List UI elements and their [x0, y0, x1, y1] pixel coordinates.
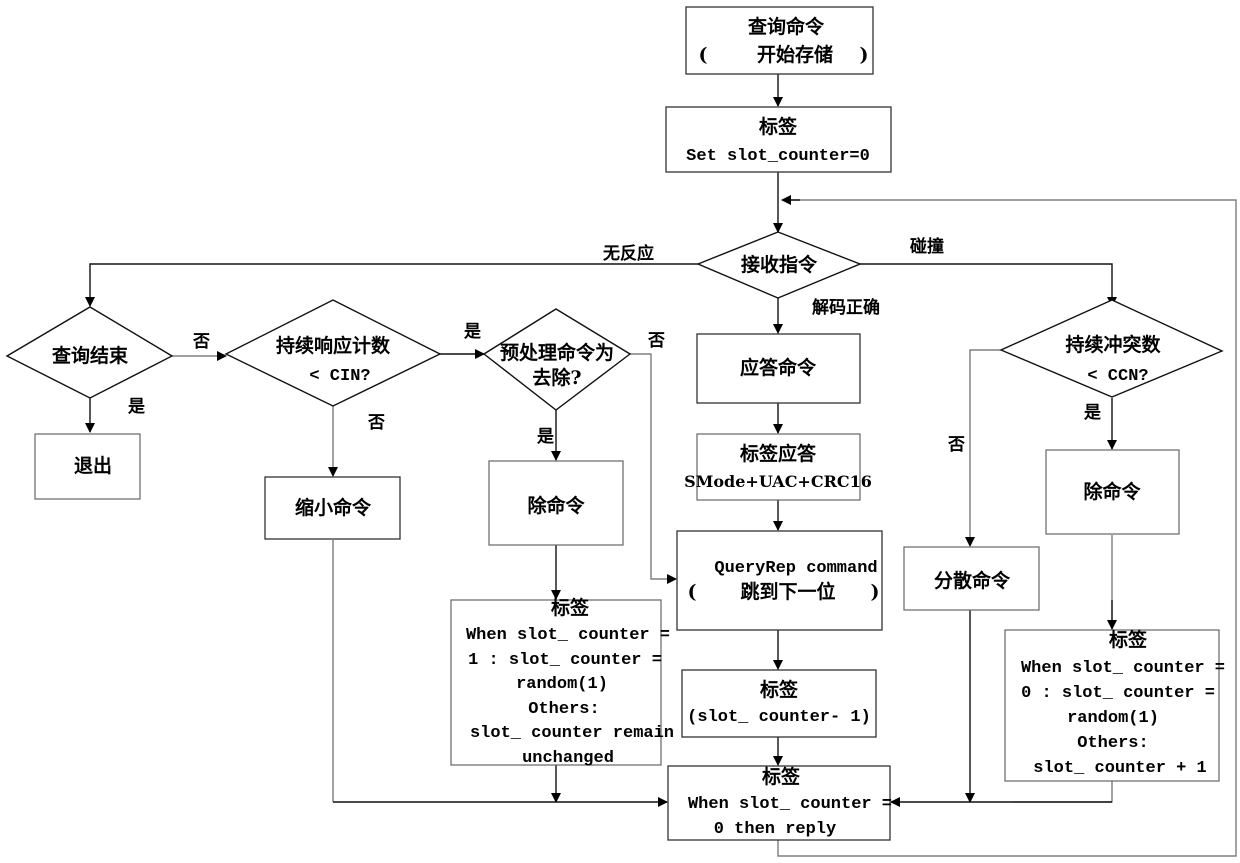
node-text: QueryRep command [714, 559, 877, 578]
node-text: 1 : slot_ counter = [468, 651, 662, 670]
node-text: 标签 [551, 596, 590, 619]
node-text: < CCN? [1087, 367, 1148, 386]
node-text: Others: [528, 700, 599, 719]
node-text: 0 then reply [714, 820, 836, 839]
node-tag-reply: 标签 When slot_ counter = 0 then reply [667, 765, 892, 841]
node-exit: 退出 [34, 433, 141, 500]
node-text: 接收指令 [741, 253, 818, 276]
node-text: 标签 [759, 115, 798, 138]
node-scatter-command: 分散命令 [903, 546, 1040, 611]
node-text: 查询结束 [51, 344, 129, 367]
label-preproc-no: 否 [647, 331, 665, 351]
node-text: ) [871, 581, 880, 603]
node-tag-decrement: 标签 (slot_ counter- 1) [681, 669, 877, 738]
edge-tagright-down [1012, 781, 1113, 803]
node-text: 跳到下一位 [740, 580, 835, 603]
node-query-command: 查询命令 ( 开始存储 ) [685, 6, 874, 75]
label-conflict-yes: 是 [1084, 403, 1101, 423]
node-text: slot_ counter remain [470, 724, 674, 743]
node-text: 退出 [74, 454, 112, 477]
node-shrink-command: 缩小命令 [264, 476, 401, 540]
node-text: 查询命令 [747, 15, 825, 38]
node-queryrep: QueryRep command ( 跳到下一位 ) [676, 530, 883, 631]
label-collision: 碰撞 [910, 236, 944, 257]
decision-preprocess-remove: 预处理命令为 去除? [482, 308, 632, 411]
node-text: 开始存储 [757, 43, 833, 66]
edge-preproc-no [630, 353, 677, 584]
node-tag-init: 标签 Set slot_counter=0 [665, 106, 892, 173]
node-text: 应答命令 [740, 356, 817, 379]
node-text: 标签 [1109, 628, 1148, 651]
node-text: random(1) [516, 675, 608, 694]
node-text: 去除? [532, 366, 581, 389]
node-text: 分散命令 [934, 569, 1011, 592]
node-text: (slot_ counter- 1) [687, 708, 871, 727]
node-text: ) [860, 44, 869, 66]
node-text: 持续响应计数 [276, 334, 391, 357]
node-text: 持续冲突数 [1065, 333, 1161, 356]
flowchart: 查询命令 ( 开始存储 ) 标签 Set slot_counter=0 接收指令… [5, 6, 1237, 857]
node-text: SMode+UAC+CRC16 [684, 472, 872, 491]
edge-no-response [85, 263, 698, 307]
node-text: 缩小命令 [295, 496, 372, 519]
label-query-end-no: 否 [192, 332, 210, 352]
decision-query-end: 查询结束 [5, 306, 174, 399]
node-remove-command-left: 除命令 [488, 460, 624, 546]
decision-continuous-response: 持续响应计数 < CIN? [224, 299, 442, 407]
node-text: 标签应答 [740, 442, 817, 465]
node-text: Others: [1077, 734, 1148, 753]
node-text: ( [688, 581, 697, 603]
node-text: 标签 [762, 765, 801, 788]
node-remove-command-right: 除命令 [1045, 449, 1180, 535]
node-ack-command: 应答命令 [696, 333, 861, 404]
node-text: ( [699, 44, 708, 66]
label-query-end-yes: 是 [128, 397, 145, 417]
label-conflict-no: 否 [947, 435, 965, 455]
node-text: When slot_ counter = [688, 795, 892, 814]
label-no-response: 无反应 [602, 243, 654, 264]
node-text: 0 : slot_ counter = [1021, 684, 1215, 703]
node-tag-ack: 标签应答 SMode+UAC+CRC16 [684, 433, 872, 501]
node-text: When slot_ counter = [1021, 659, 1225, 678]
node-text: When slot_ counter = [466, 626, 670, 645]
node-text: 除命令 [1083, 480, 1141, 503]
edge-collision [860, 263, 1117, 307]
edge-conflict-no [965, 349, 1001, 547]
node-text: unchanged [522, 749, 614, 768]
decision-receive-command: 接收指令 [696, 231, 862, 299]
label-cont-resp-yes: 是 [464, 322, 481, 342]
node-text: 除命令 [527, 494, 585, 517]
node-text: 预处理命令为 [500, 341, 614, 364]
decision-continuous-conflict: 持续冲突数 < CCN? [999, 299, 1224, 398]
label-cont-resp-no: 否 [367, 413, 385, 433]
node-tag-left: 标签 When slot_ counter = 1 : slot_ counte… [450, 596, 674, 768]
node-text: 标签 [760, 678, 799, 701]
node-text: slot_ counter + 1 [1033, 759, 1206, 778]
label-preproc-yes: 是 [537, 427, 554, 447]
label-decoded-ok: 解码正确 [812, 297, 880, 318]
node-text: < CIN? [309, 367, 370, 386]
node-text: random(1) [1067, 709, 1159, 728]
node-text: Set slot_counter=0 [686, 147, 870, 166]
node-tag-right: 标签 When slot_ counter = 0 : slot_ counte… [1004, 628, 1225, 782]
